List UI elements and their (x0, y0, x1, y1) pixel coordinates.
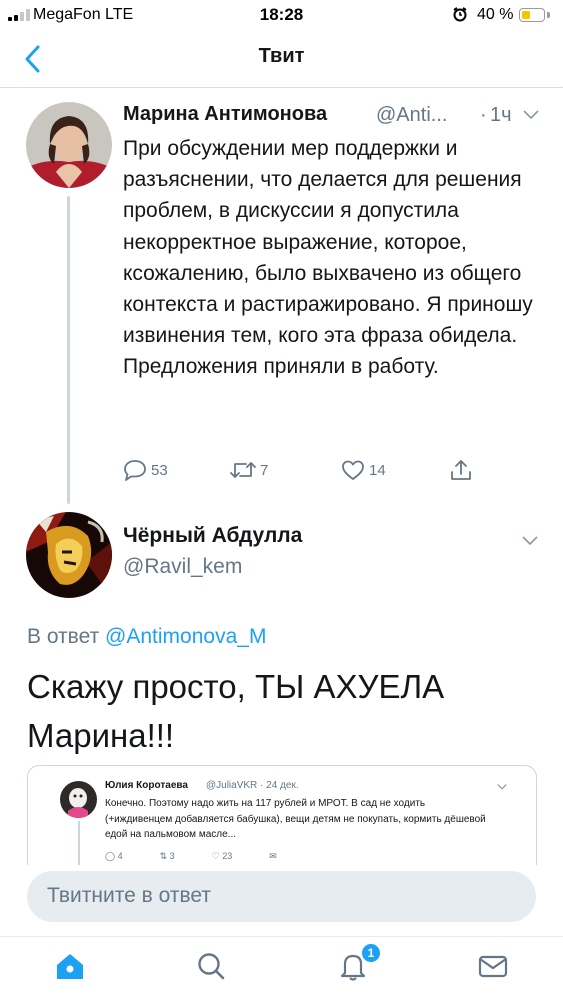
retweet-button[interactable]: 7 (230, 457, 268, 483)
quoted-reply: ◯ 4 (105, 851, 123, 861)
battery-icon (519, 8, 545, 22)
author-name[interactable]: Чёрный Абдулла (123, 524, 302, 548)
quoted-retweet: ⇅ 3 (159, 851, 175, 861)
author-handle[interactable]: @Ravil_kem (123, 555, 242, 579)
like-button[interactable]: 14 (341, 457, 386, 483)
author-name[interactable]: Марина Антимонова (123, 103, 327, 126)
tweet-time: 1ч (490, 104, 512, 126)
battery-percent: 40 % (477, 6, 514, 23)
quoted-tweet-text: Конечно. Поэтому надо жить на 117 рублей… (105, 798, 486, 840)
search-icon[interactable] (194, 949, 228, 983)
alarm-icon (453, 7, 467, 22)
reply-input[interactable]: Твитните в ответ (27, 871, 536, 922)
author-handle[interactable]: @Anti... (376, 104, 447, 127)
heart-icon (342, 460, 364, 480)
mail-icon[interactable] (476, 949, 510, 983)
comment-icon (124, 460, 146, 481)
avatar (60, 781, 97, 818)
reply-placeholder: Твитните в ответ (47, 884, 211, 907)
reply-button[interactable]: 53 (123, 457, 168, 483)
quoted-mail: ✉ (269, 851, 277, 861)
like-count: 14 (369, 461, 386, 479)
reply-to-link[interactable]: @Antimonova_M (105, 625, 266, 648)
retweet-count: 7 (260, 461, 269, 479)
status-bar: MegaFon LTE 18:28 40 % (0, 0, 563, 30)
home-icon[interactable] (53, 949, 87, 983)
page-title: Твит (258, 45, 305, 67)
chevron-down-icon[interactable] (523, 110, 539, 120)
media-card[interactable]: Юлия Коротаева @JuliaVKR · 24 дек. Конеч… (27, 765, 537, 865)
nav-bar: Твит (0, 30, 563, 88)
battery-cap (547, 12, 550, 18)
separator-dot: · (480, 104, 487, 126)
share-icon (451, 460, 471, 480)
tweet-text: Скажу просто, ТЫ АХУЕЛА Марина!!! (27, 668, 445, 754)
quoted-author-meta: @JuliaVKR · 24 дек. (206, 780, 299, 791)
chevron-down-icon[interactable] (522, 536, 538, 546)
thread-line (67, 196, 70, 504)
tab-bar (0, 936, 563, 1000)
reply-prefix: В ответ (27, 625, 100, 648)
reply-context: В ответ @Antimonova_M (27, 625, 266, 649)
notification-badge: 1 (360, 942, 382, 964)
quoted-actions: ◯ 4 ⇅ 3 ♡ 23 ✉ (105, 851, 277, 862)
avatar[interactable] (26, 102, 112, 188)
thread-line (78, 821, 80, 865)
quoted-like: ♡ 23 (211, 851, 233, 861)
quoted-author-name: Юлия Коротаева (105, 780, 188, 791)
reply-count: 53 (151, 461, 168, 479)
retweet-icon (230, 462, 256, 478)
tweet-text: При обсуждении мер поддержки и разъяснен… (123, 137, 533, 379)
avatar[interactable] (26, 512, 112, 598)
share-button[interactable] (450, 457, 472, 483)
chevron-down-icon (497, 784, 507, 790)
